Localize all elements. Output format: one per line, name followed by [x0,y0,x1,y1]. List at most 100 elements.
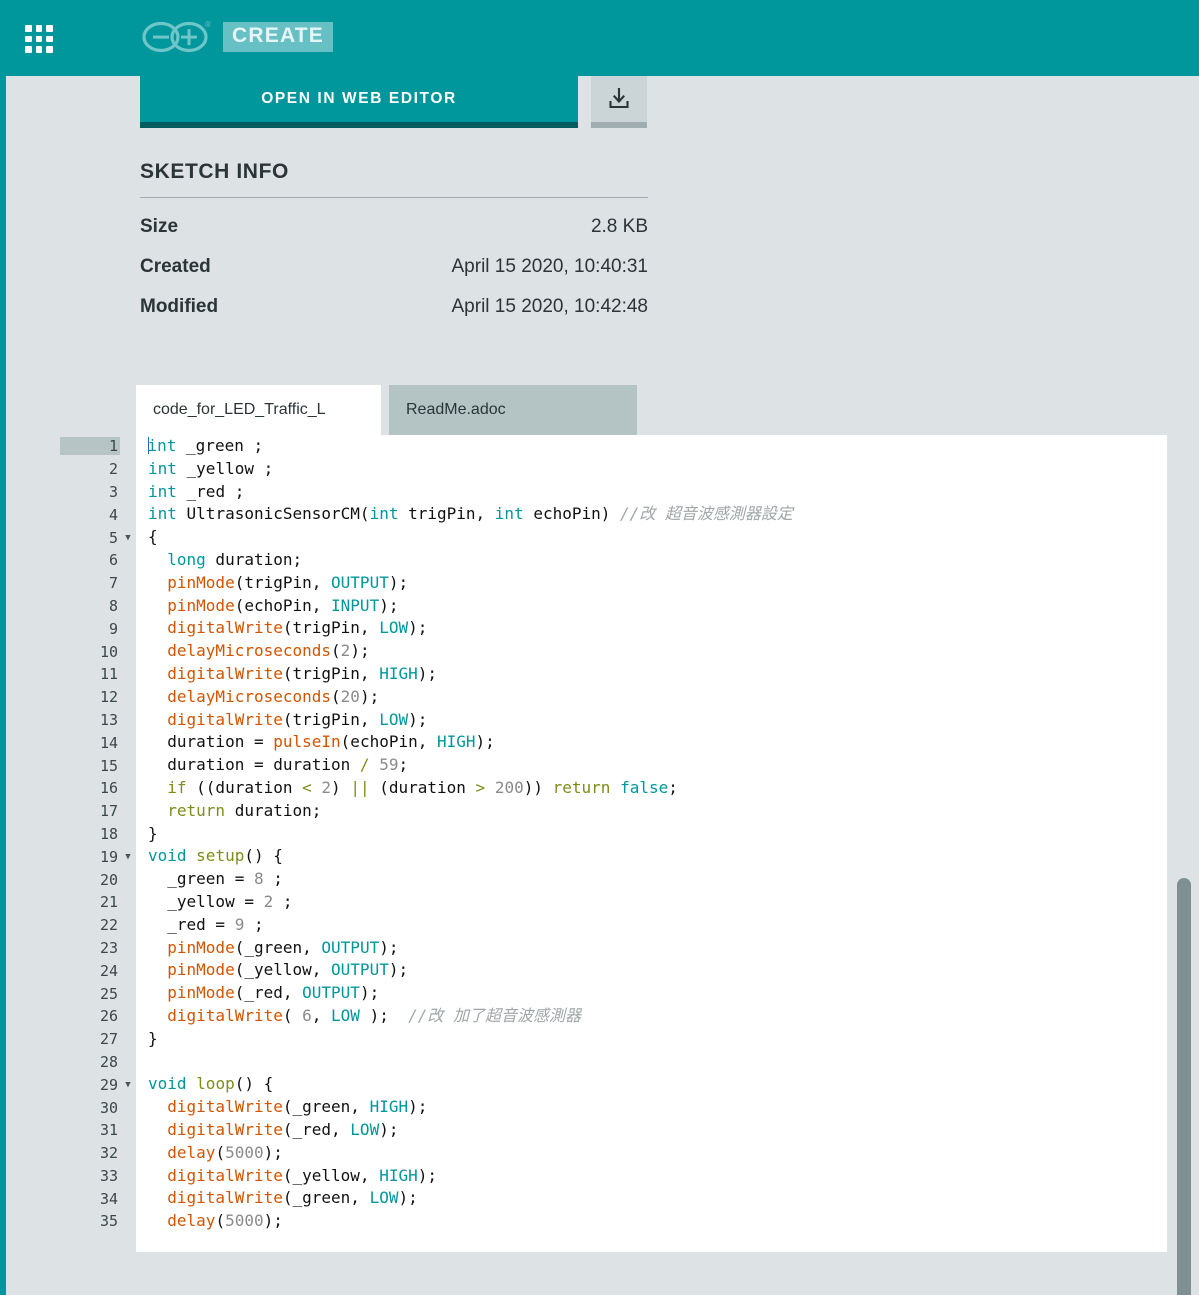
code-line-text [136,1050,1175,1074]
code-line[interactable]: 24 pinMode(_yellow, OUTPUT); [60,959,1175,983]
code-line-text: pinMode(_red, OUTPUT); [136,982,1175,1005]
fold-toggle-icon[interactable]: ▼ [120,533,136,543]
code-line-text: digitalWrite(trigPin, LOW); [136,708,1175,732]
code-line[interactable]: 33 digitalWrite(_yellow, HIGH); [60,1164,1175,1188]
vertical-scrollbar-track[interactable] [1167,435,1199,1295]
sketch-info-title: SKETCH INFO [140,160,648,198]
code-line[interactable]: 20 _green = 8 ; [60,868,1175,891]
code-line[interactable]: 5 ▼{ [60,526,1175,549]
code-line[interactable]: 6 long duration; [60,548,1175,572]
line-number: 12 [99,688,118,707]
code-line[interactable]: 34 digitalWrite(_green, LOW); [60,1187,1175,1211]
info-label: Created [140,256,211,277]
code-line-text: } [136,822,1175,846]
code-line-text: { [136,526,1175,549]
code-line[interactable]: 13 digitalWrite(trigPin, LOW); [60,708,1175,732]
info-value: 2.8 KB [590,216,648,237]
code-line-text: if ((duration < 2) || (duration > 200)) … [136,776,1175,800]
info-row-created: Created April 15 2020, 10:40:31 [140,238,648,278]
code-line[interactable]: 26 digitalWrite( 6, LOW ); //改 加了超音波感測器 [60,1004,1175,1028]
line-number: 20 [99,870,118,889]
code-line[interactable]: 9 digitalWrite(trigPin, LOW); [60,617,1175,641]
code-line-text: _green = 8 ; [136,868,1175,891]
line-number: 16 [99,779,118,798]
code-line[interactable]: 4 int UltrasonicSensorCM(int trigPin, int… [60,503,1175,527]
code-line[interactable]: 30 digitalWrite(_green, HIGH); [60,1096,1175,1119]
code-lines-container[interactable]: 1 int _green ; 2 int _yellow ; 3 int _red ; 4 i… [60,435,1175,1252]
tab-code-for-led-traffic[interactable]: code_for_LED_Traffic_L [136,385,381,435]
code-line[interactable]: 25 pinMode(_red, OUTPUT); [60,982,1175,1005]
line-number: 23 [99,938,118,957]
code-line-text: delayMicroseconds(20); [136,685,1175,709]
code-line[interactable]: 27} [60,1027,1175,1051]
code-line[interactable]: 29 ▼ void loop() { [60,1073,1175,1097]
code-line[interactable]: 12 delayMicroseconds(20); [60,685,1175,709]
code-line-text: digitalWrite(trigPin, HIGH); [136,662,1175,686]
code-line[interactable]: 35 delay(5000); [60,1210,1175,1233]
line-number: 18 [99,824,118,843]
code-line-text: int UltrasonicSensorCM(int trigPin, int … [136,503,1175,527]
tab-readme-adoc[interactable]: ReadMe.adoc [389,385,637,435]
code-line-text: duration = duration / 59; [136,754,1175,777]
code-line[interactable]: 17 return duration; [60,799,1175,823]
code-line-text: pinMode(_green, OUTPUT); [136,936,1175,960]
code-line-text: void setup() { [136,845,1175,869]
code-line-text: delay(5000); [136,1210,1175,1233]
code-line-text: duration = pulseIn(echoPin, HIGH); [136,731,1175,755]
code-line[interactable]: 2 int _yellow ; [60,457,1175,481]
code-line[interactable]: 3 int _red ; [60,480,1175,504]
code-line[interactable]: 28 [60,1050,1175,1074]
code-line-text: } [136,1027,1175,1051]
open-in-web-editor-button[interactable]: OPEN IN WEB EDITOR [140,76,578,128]
code-line[interactable]: 18} [60,822,1175,846]
code-line-text: void loop() { [136,1073,1175,1097]
fold-toggle-icon[interactable]: ▼ [120,1080,136,1090]
download-sketch-button[interactable] [591,76,647,128]
line-number: 13 [99,710,118,729]
code-line[interactable]: 15 duration = duration / 59; [60,754,1175,777]
code-line[interactable]: 23 pinMode(_green, OUTPUT); [60,936,1175,960]
vertical-scrollbar-thumb[interactable] [1177,878,1191,1295]
line-number: 22 [99,916,118,935]
left-teal-strip [0,0,6,1295]
code-line-text: int _green ; [136,435,1175,458]
code-line-text: pinMode(_yellow, OUTPUT); [136,959,1175,983]
line-number: 1 [60,437,120,456]
brand[interactable]: ® CREATE [139,18,333,56]
code-line[interactable]: 11 digitalWrite(trigPin, HIGH); [60,662,1175,686]
code-line[interactable]: 7 pinMode(trigPin, OUTPUT); [60,571,1175,595]
info-row-size: Size 2.8 KB [140,198,648,238]
code-line-text: _red = 9 ; [136,913,1175,937]
line-number: 30 [99,1098,118,1117]
code-line[interactable]: 32 delay(5000); [60,1141,1175,1165]
info-label: Modified [140,296,219,317]
code-line[interactable]: 19 ▼ void setup() { [60,845,1175,869]
line-number: 6 [108,551,118,570]
line-number: 28 [99,1052,118,1071]
code-line-text: delay(5000); [136,1141,1175,1165]
file-tabs: code_for_LED_Traffic_L ReadMe.adoc [136,385,637,435]
code-line[interactable]: 16 if ((duration < 2) || (duration > 200… [60,776,1175,800]
code-line[interactable]: 10 delayMicroseconds(2); [60,640,1175,663]
code-line-text: int _red ; [136,480,1175,504]
line-number: 27 [99,1030,118,1049]
code-line-text: digitalWrite(_green, LOW); [136,1187,1175,1211]
line-number: 14 [99,733,118,752]
code-line[interactable]: 21 _yellow = 2 ; [60,890,1175,914]
code-line-text: int _yellow ; [136,457,1175,481]
fold-toggle-icon[interactable]: ▼ [120,852,136,862]
code-line[interactable]: 8 pinMode(echoPin, INPUT); [60,594,1175,618]
apps-grid-icon[interactable] [25,25,53,53]
line-number: 10 [99,642,118,661]
tab-label: code_for_LED_Traffic_L [153,401,326,418]
line-number: 8 [108,596,118,615]
code-line-text: digitalWrite(_yellow, HIGH); [136,1164,1175,1188]
tab-label: ReadMe.adoc [406,401,506,418]
code-line[interactable]: 22 _red = 9 ; [60,913,1175,937]
line-number: 25 [99,984,118,1003]
line-number: 24 [99,961,118,980]
code-line[interactable]: 14 duration = pulseIn(echoPin, HIGH); [60,731,1175,755]
code-line[interactable]: 31 digitalWrite(_red, LOW); [60,1118,1175,1142]
code-line-text: delayMicroseconds(2); [136,640,1175,663]
code-line[interactable]: 1 int _green ; [60,435,1175,458]
